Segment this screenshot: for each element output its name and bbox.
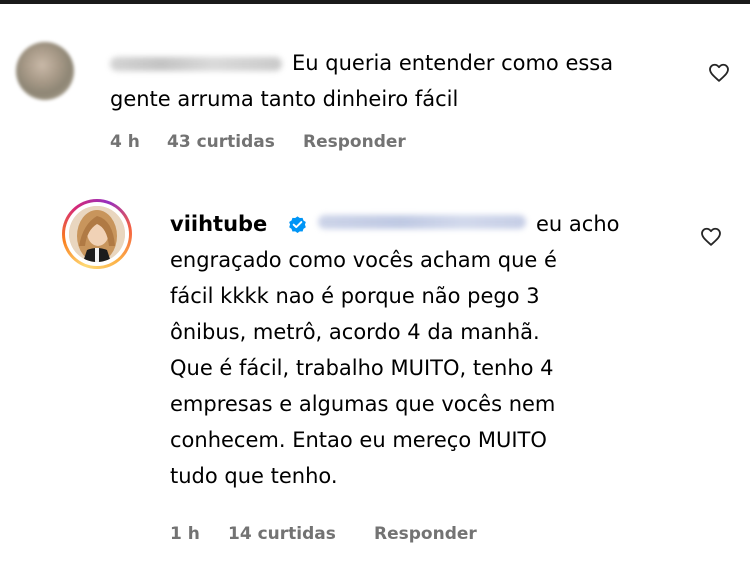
avatar: [69, 206, 125, 262]
comment-text-line: tudo que tenho.: [170, 464, 338, 488]
comment-text-line: empresas e algumas que vocês nem: [170, 392, 556, 416]
comment-time[interactable]: 1 h: [170, 524, 228, 544]
reply-button[interactable]: Responder: [374, 524, 477, 544]
comment-text-line: Que é fácil, trabalho MUITO, tenho 4: [170, 356, 554, 380]
comment-text-line: engraçado como vocês acham que é: [170, 248, 557, 272]
comment-text-line: fácil kkkk nao é porque não pego 3: [170, 284, 540, 308]
redacted-mention[interactable]: [318, 215, 526, 229]
comment: viihtube eu acho engraçado como vocês ac…: [0, 0, 750, 544]
avatar-story-ring[interactable]: [62, 199, 132, 269]
like-count[interactable]: 14 curtidas: [228, 524, 374, 544]
comment-text-line: eu acho: [536, 212, 620, 236]
comment-text-line: conhecem. Entao eu mereço MUITO: [170, 428, 547, 452]
heart-outline-icon[interactable]: [700, 226, 722, 248]
comment-username[interactable]: viihtube: [170, 209, 267, 239]
comment-text-line: ônibus, metrô, acordo 4 da manhã.: [170, 320, 540, 344]
comment-meta: 1 h 14 curtidas Responder: [170, 524, 477, 544]
verified-badge-icon: [289, 216, 306, 233]
